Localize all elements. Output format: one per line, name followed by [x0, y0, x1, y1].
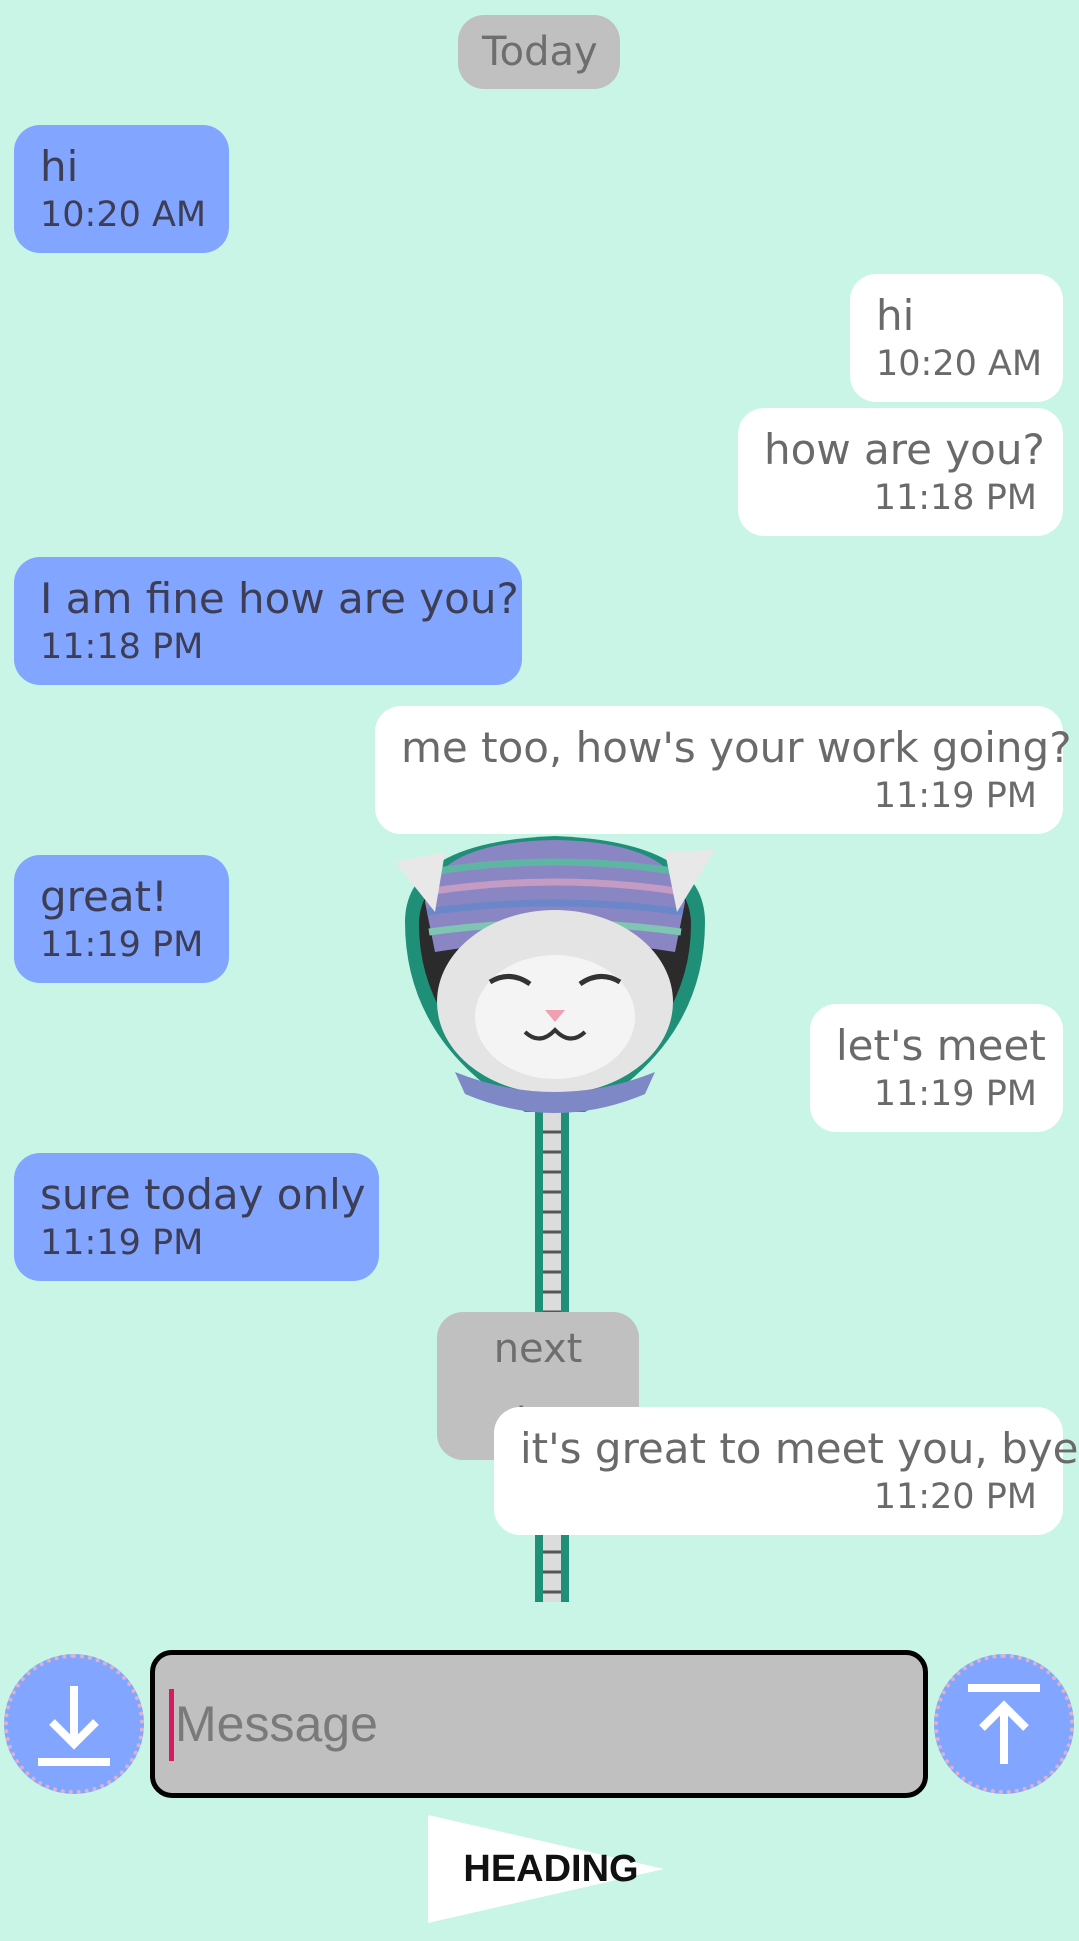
download-button[interactable] [4, 1654, 144, 1794]
message-time: 11:19 PM [40, 925, 204, 965]
message-text: hi [40, 142, 79, 191]
message-text: great! [40, 872, 168, 921]
message-input[interactable] [175, 1655, 905, 1793]
message-bubble-incoming[interactable]: I am fine how are you? 11:18 PM [14, 557, 522, 685]
download-icon [38, 1686, 110, 1766]
message-bubble-incoming[interactable]: great! 11:19 PM [14, 855, 229, 983]
message-text: sure today only [40, 1170, 366, 1219]
message-time: 11:20 PM [873, 1477, 1037, 1517]
message-bubble-outgoing[interactable]: how are you? 11:18 PM [738, 408, 1063, 536]
message-time: 11:18 PM [873, 478, 1037, 518]
message-time: 11:19 PM [40, 1223, 204, 1263]
message-text: let's meet [836, 1021, 1046, 1070]
upload-button[interactable] [934, 1654, 1074, 1794]
message-text: me too, how's your work going? [401, 723, 1072, 772]
message-bubble-outgoing[interactable]: hi 10:20 AM [850, 274, 1063, 402]
message-text: I am fine how are you? [40, 574, 519, 623]
message-input-container[interactable] [150, 1650, 928, 1798]
message-bubble-incoming[interactable]: hi 10:20 AM [14, 125, 229, 253]
message-bubble-outgoing[interactable]: it's great to meet you, bye 11:20 PM [494, 1407, 1079, 1535]
message-time: 11:19 PM [873, 1074, 1037, 1114]
message-text: hi [876, 291, 915, 340]
heading-label: HEADING [463, 1848, 639, 1890]
date-separator-today: Today [458, 15, 620, 89]
message-time: 11:19 PM [873, 776, 1037, 816]
message-bubble-outgoing[interactable]: let's meet 11:19 PM [810, 1004, 1063, 1132]
heading-badge[interactable]: HEADING [428, 1815, 664, 1923]
text-caret [169, 1689, 174, 1761]
message-time: 10:20 AM [876, 344, 1043, 384]
message-text: it's great to meet you, bye [520, 1424, 1079, 1473]
message-time: 11:18 PM [40, 627, 204, 667]
upload-icon [968, 1684, 1040, 1764]
message-bubble-incoming[interactable]: sure today only 11:19 PM [14, 1153, 379, 1281]
message-time: 10:20 AM [40, 195, 207, 235]
message-text: how are you? [764, 425, 1045, 474]
message-bubble-outgoing[interactable]: me too, how's your work going? 11:19 PM [375, 706, 1072, 834]
